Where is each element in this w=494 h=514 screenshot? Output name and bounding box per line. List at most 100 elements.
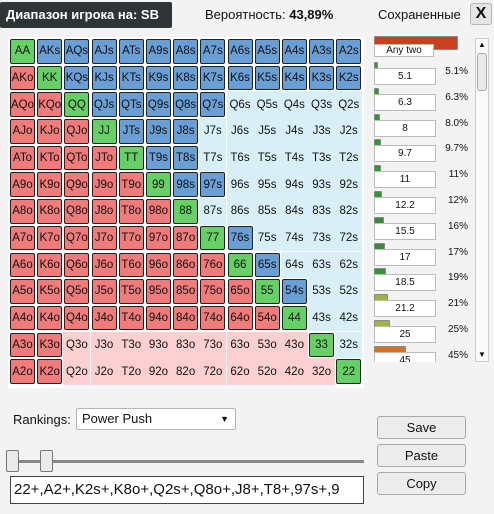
hand-cell-k3s[interactable]: K3s xyxy=(309,65,335,91)
hand-cell-t9s[interactable]: T9s xyxy=(145,145,171,171)
hand-cell-a8s[interactable]: A8s xyxy=(173,39,199,64)
hand-cell-q9o[interactable]: Q9o xyxy=(64,172,90,197)
hand-cell-k7o[interactable]: K7o xyxy=(37,225,63,251)
hand-cell-t6o[interactable]: T6o xyxy=(118,252,144,277)
hand-cell-a2s[interactable]: A2s xyxy=(336,39,362,64)
hand-cell-k5s[interactable]: K5s xyxy=(254,65,280,91)
hand-cell-ajo[interactable]: AJo xyxy=(10,119,35,144)
hand-cell-t2s[interactable]: T2s xyxy=(335,144,363,172)
hand-cell-j3o[interactable]: J3o xyxy=(90,331,118,359)
hand-cell-q2s[interactable]: Q2s xyxy=(335,91,363,118)
hand-cell-85s[interactable]: 85s xyxy=(253,198,281,225)
hand-cell-99[interactable]: 99 xyxy=(145,172,171,197)
hand-cell-93o[interactable]: 93o xyxy=(144,331,172,359)
hand-cell-62s[interactable]: 62s xyxy=(335,251,363,278)
hand-cell-q8s[interactable]: Q8s xyxy=(173,92,199,117)
hand-cell-aks[interactable]: AKs xyxy=(37,39,63,64)
hand-cell-q3o[interactable]: Q3o xyxy=(63,331,91,359)
hand-cell-q4o[interactable]: Q4o xyxy=(64,305,90,331)
hand-cell-q4s[interactable]: Q4s xyxy=(280,91,308,118)
hand-cell-43s[interactable]: 43s xyxy=(308,304,336,332)
hand-cell-a3o[interactable]: A3o xyxy=(10,332,35,358)
range-text-input[interactable]: 22+,A2+,K2s+,K8o+,Q2s+,Q8o+,J8+,T8+,97s+… xyxy=(10,476,364,504)
close-button[interactable]: X xyxy=(470,3,492,25)
hand-cell-92o[interactable]: 92o xyxy=(144,358,172,385)
hand-cell-qq[interactable]: QQ xyxy=(64,92,90,117)
hand-cell-j6o[interactable]: J6o xyxy=(91,252,117,277)
hand-cell-k8o[interactable]: K8o xyxy=(37,199,63,224)
hand-cell-j8o[interactable]: J8o xyxy=(91,199,117,224)
hand-cell-q6s[interactable]: Q6s xyxy=(226,91,254,118)
hand-cell-qjs[interactable]: QJs xyxy=(91,92,117,117)
hand-cell-63s[interactable]: 63s xyxy=(308,251,336,278)
hand-cell-98s[interactable]: 98s xyxy=(173,172,199,197)
hand-cell-66[interactable]: 66 xyxy=(227,252,253,277)
hand-cell-ato[interactable]: ATo xyxy=(10,145,35,171)
hand-cell-kjo[interactable]: KJo xyxy=(37,119,63,144)
hand-cell-tt[interactable]: TT xyxy=(118,145,144,171)
hand-cell-t3s[interactable]: T3s xyxy=(308,144,336,172)
scroll-thumb[interactable] xyxy=(477,53,487,91)
scroll-up-icon[interactable]: ▲ xyxy=(476,39,488,51)
hand-cell-jts[interactable]: JTs xyxy=(118,119,144,144)
hand-cell-j8s[interactable]: J8s xyxy=(173,119,199,144)
hand-cell-73s[interactable]: 73s xyxy=(308,224,336,252)
hand-cell-54s[interactable]: 54s xyxy=(281,279,307,304)
hand-cell-ako[interactable]: AKo xyxy=(10,65,35,91)
hand-cell-k3o[interactable]: K3o xyxy=(37,332,63,358)
hand-cell-q2o[interactable]: Q2o xyxy=(63,358,91,385)
hand-cell-95s[interactable]: 95s xyxy=(253,171,281,198)
hand-cell-k7s[interactable]: K7s xyxy=(200,65,226,91)
hand-cell-k4s[interactable]: K4s xyxy=(281,65,307,91)
hand-cell-aa[interactable]: AA xyxy=(10,39,35,64)
hand-cell-kqs[interactable]: KQs xyxy=(64,65,90,91)
hand-cell-55[interactable]: 55 xyxy=(254,279,280,304)
hand-cell-a4s[interactable]: A4s xyxy=(281,39,307,64)
saved-list-scrollbar[interactable]: ▲ ▼ xyxy=(475,38,489,362)
hand-cell-98o[interactable]: 98o xyxy=(145,199,171,224)
hand-cell-64s[interactable]: 64s xyxy=(280,251,308,278)
paste-button[interactable]: Paste xyxy=(377,444,466,467)
hand-cell-q3s[interactable]: Q3s xyxy=(308,91,336,118)
range-slider-min-handle[interactable] xyxy=(6,450,19,472)
hand-cell-j9s[interactable]: J9s xyxy=(145,119,171,144)
hand-cell-t6s[interactable]: T6s xyxy=(226,144,254,172)
hand-cell-72s[interactable]: 72s xyxy=(335,224,363,252)
hand-cell-k5o[interactable]: K5o xyxy=(37,279,63,304)
hand-cell-k9s[interactable]: K9s xyxy=(145,65,171,91)
hand-cell-t4o[interactable]: T4o xyxy=(118,305,144,331)
hand-cell-96s[interactable]: 96s xyxy=(226,171,254,198)
hand-cell-a5o[interactable]: A5o xyxy=(10,279,35,304)
hand-cell-74o[interactable]: 74o xyxy=(200,305,226,331)
hand-cell-74s[interactable]: 74s xyxy=(280,224,308,252)
hand-cell-jto[interactable]: JTo xyxy=(91,145,117,171)
hand-cell-kjs[interactable]: KJs xyxy=(91,65,117,91)
hand-cell-54o[interactable]: 54o xyxy=(254,305,280,331)
hand-cell-qto[interactable]: QTo xyxy=(64,145,90,171)
hand-cell-t5s[interactable]: T5s xyxy=(253,144,281,172)
hand-cell-t9o[interactable]: T9o xyxy=(118,172,144,197)
hand-cell-95o[interactable]: 95o xyxy=(145,279,171,304)
hand-cell-j7s[interactable]: J7s xyxy=(199,118,227,145)
hand-cell-83s[interactable]: 83s xyxy=(308,198,336,225)
hand-cell-65o[interactable]: 65o xyxy=(227,279,253,304)
hand-cell-j7o[interactable]: J7o xyxy=(91,225,117,251)
hand-cell-52o[interactable]: 52o xyxy=(253,358,281,385)
hand-cell-a9o[interactable]: A9o xyxy=(10,172,35,197)
hand-cell-j2s[interactable]: J2s xyxy=(335,118,363,145)
hand-cell-qts[interactable]: QTs xyxy=(118,92,144,117)
rankings-select[interactable]: Power Push ▼ xyxy=(76,408,236,430)
hand-cell-83o[interactable]: 83o xyxy=(172,331,200,359)
hand-cell-84o[interactable]: 84o xyxy=(173,305,199,331)
hand-cell-32s[interactable]: 32s xyxy=(335,331,363,359)
hand-cell-a2o[interactable]: A2o xyxy=(10,359,35,384)
hand-cell-aqs[interactable]: AQs xyxy=(64,39,90,64)
hand-cell-52s[interactable]: 52s xyxy=(335,278,363,305)
hand-cell-53o[interactable]: 53o xyxy=(253,331,281,359)
hand-cell-87o[interactable]: 87o xyxy=(173,225,199,251)
hand-cell-q5o[interactable]: Q5o xyxy=(64,279,90,304)
hand-cell-t2o[interactable]: T2o xyxy=(117,358,145,385)
hand-cell-k9o[interactable]: K9o xyxy=(37,172,63,197)
range-slider-track[interactable] xyxy=(10,460,364,463)
hand-cell-q5s[interactable]: Q5s xyxy=(253,91,281,118)
